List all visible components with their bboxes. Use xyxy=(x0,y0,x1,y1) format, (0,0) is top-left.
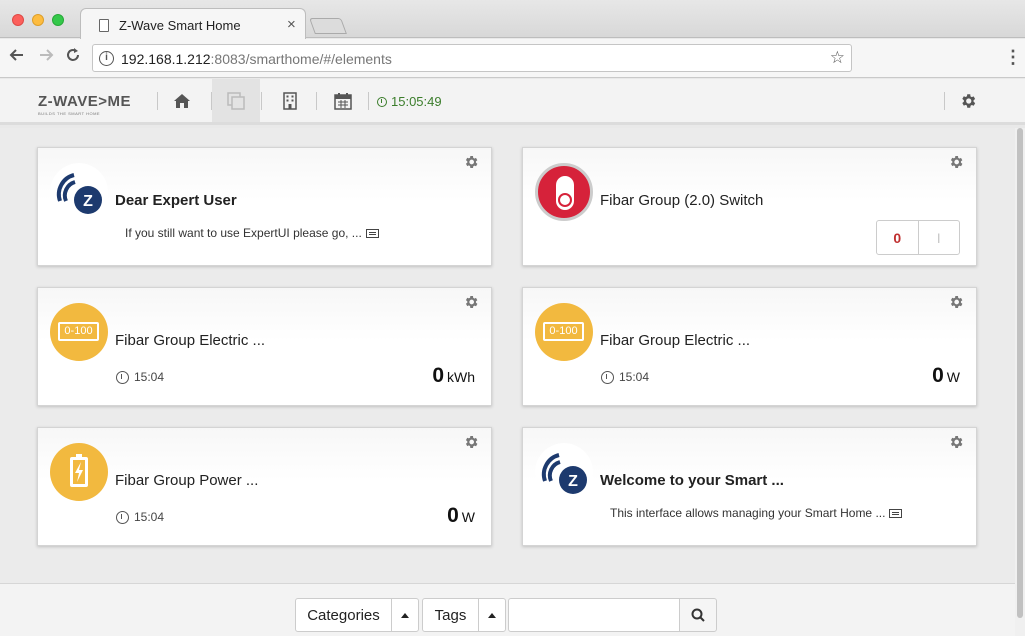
widget-settings-button[interactable] xyxy=(463,294,479,315)
calendar-icon xyxy=(334,92,352,110)
nav-elements-button[interactable] xyxy=(212,79,260,122)
nav-home-button[interactable] xyxy=(158,79,206,122)
search-input[interactable] xyxy=(508,598,680,632)
browser-tab-bar: Z-Wave Smart Home × xyxy=(0,0,1025,39)
search-button[interactable] xyxy=(679,598,717,632)
widget-electric-meter-kwh[interactable]: 0-100 Fibar Group Electric ... 15:04 0 kW… xyxy=(37,287,492,406)
switch-icon xyxy=(535,163,593,221)
tags-button[interactable]: Tags xyxy=(422,598,479,632)
new-tab-button[interactable] xyxy=(309,18,347,34)
widget-settings-button[interactable] xyxy=(463,434,479,455)
home-icon xyxy=(174,93,190,108)
filter-footer: Categories Tags xyxy=(0,583,1015,636)
zwave-logo-icon: Z xyxy=(50,163,108,221)
browser-tab[interactable]: Z-Wave Smart Home × xyxy=(80,8,306,39)
caret-up-icon xyxy=(488,612,496,618)
gear-icon xyxy=(950,156,963,168)
widget-settings-button[interactable] xyxy=(948,154,964,175)
clock-icon xyxy=(116,510,129,524)
elements-grid: Z Dear Expert User If you still want to … xyxy=(0,128,1015,583)
battery-bolt-icon xyxy=(50,443,108,501)
maximize-window-button[interactable] xyxy=(52,14,64,26)
clock-icon xyxy=(601,370,614,384)
reload-button[interactable] xyxy=(65,47,81,68)
meter-icon: 0-100 xyxy=(50,303,108,361)
svg-text:Z: Z xyxy=(83,193,93,210)
scrollbar-thumb[interactable] xyxy=(1017,128,1023,618)
gear-icon xyxy=(465,436,478,448)
switch-off-button[interactable]: 0 xyxy=(877,221,919,254)
widget-title: Fibar Group (2.0) Switch xyxy=(600,192,764,209)
arrow-left-icon xyxy=(9,49,23,61)
nav-rooms-button[interactable] xyxy=(266,79,314,122)
widget-title: Fibar Group Power ... xyxy=(115,472,259,489)
widget-title: Fibar Group Electric ... xyxy=(115,332,266,349)
gear-icon xyxy=(465,156,478,168)
widget-title: Welcome to your Smart ... xyxy=(600,472,784,489)
tags-dropdown-button[interactable] xyxy=(478,598,506,632)
info-icon[interactable]: i xyxy=(99,51,114,66)
url-text: 192.168.1.212:8083/smarthome/#/elements xyxy=(121,51,392,67)
address-bar[interactable]: i 192.168.1.212:8083/smarthome/#/element… xyxy=(92,44,852,72)
browser-menu-button[interactable]: ⋮ xyxy=(1004,47,1022,67)
switch-on-button[interactable]: I xyxy=(919,221,960,254)
widget-dear-expert-user[interactable]: Z Dear Expert User If you still want to … xyxy=(37,147,492,266)
bookmark-star-icon[interactable]: ☆ xyxy=(830,48,845,68)
update-time: 15:04 xyxy=(601,370,649,384)
page-scrollbar[interactable] xyxy=(1015,128,1025,636)
widget-level: 0W xyxy=(447,504,475,527)
gear-icon xyxy=(950,436,963,448)
forward-button[interactable] xyxy=(38,47,54,67)
widget-electric-meter-w[interactable]: 0-100 Fibar Group Electric ... 15:04 0W xyxy=(522,287,977,406)
widget-settings-button[interactable] xyxy=(463,154,479,175)
switch-toggle: 0 I xyxy=(876,220,960,255)
zwave-me-logo[interactable]: Z-WAVE>ME BUILDS THE SMART HOME xyxy=(38,93,131,116)
back-button[interactable] xyxy=(9,47,25,67)
widget-welcome[interactable]: Z Welcome to your Smart ... This interfa… xyxy=(522,427,977,546)
widget-title: Dear Expert User xyxy=(115,192,237,209)
divider xyxy=(368,92,369,110)
arrow-right-icon xyxy=(40,49,54,61)
widget-power-sensor[interactable]: Fibar Group Power ... 15:04 0W xyxy=(37,427,492,546)
zwave-logo-icon: Z xyxy=(535,443,593,501)
app-header: Z-WAVE>ME BUILDS THE SMART HOME 15:05:49 xyxy=(0,79,1025,125)
read-more-icon[interactable] xyxy=(889,509,903,519)
divider xyxy=(316,92,317,110)
current-time: 15:05:49 xyxy=(377,94,442,109)
widget-level: 0W xyxy=(932,364,960,387)
settings-button[interactable] xyxy=(944,79,992,122)
svg-text:Z: Z xyxy=(568,473,578,490)
tab-title: Z-Wave Smart Home xyxy=(119,18,241,33)
widget-title: Fibar Group Electric ... xyxy=(600,332,751,349)
clock-icon xyxy=(377,96,387,107)
update-time: 15:04 xyxy=(116,510,164,524)
elements-icon xyxy=(227,91,245,110)
gear-icon xyxy=(950,296,963,308)
building-icon xyxy=(283,91,297,110)
widget-description: This interface allows managing your Smar… xyxy=(610,506,903,520)
categories-dropdown-button[interactable] xyxy=(391,598,419,632)
widget-settings-button[interactable] xyxy=(948,434,964,455)
widget-description: If you still want to use ExpertUI please… xyxy=(125,226,379,240)
search-icon xyxy=(691,608,705,622)
gear-icon xyxy=(962,93,976,108)
page-icon xyxy=(99,19,109,32)
caret-up-icon xyxy=(401,612,409,618)
widget-fibar-switch[interactable]: Fibar Group (2.0) Switch 0 I xyxy=(522,147,977,266)
browser-toolbar: i 192.168.1.212:8083/smarthome/#/element… xyxy=(0,39,1025,78)
clock-icon xyxy=(116,370,129,384)
gear-icon xyxy=(465,296,478,308)
close-window-button[interactable] xyxy=(12,14,24,26)
tab-close-button[interactable]: × xyxy=(287,16,296,33)
minimize-window-button[interactable] xyxy=(32,14,44,26)
categories-button[interactable]: Categories xyxy=(295,598,392,632)
read-more-icon[interactable] xyxy=(365,229,379,239)
widget-level: 0 kWh xyxy=(432,364,475,387)
reload-icon xyxy=(67,48,79,61)
nav-events-button[interactable] xyxy=(319,79,367,122)
divider xyxy=(261,92,262,110)
meter-icon: 0-100 xyxy=(535,303,593,361)
widget-settings-button[interactable] xyxy=(948,294,964,315)
update-time: 15:04 xyxy=(116,370,164,384)
